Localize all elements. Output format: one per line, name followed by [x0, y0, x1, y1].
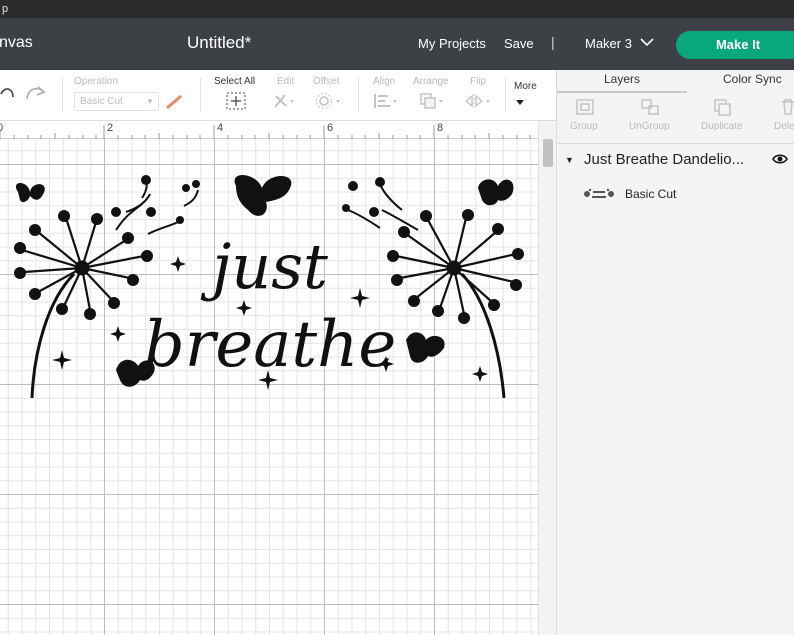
my-projects-link[interactable]: My Projects	[418, 36, 486, 51]
pen-color-icon[interactable]	[164, 94, 184, 110]
app-title-strip: p	[0, 0, 794, 18]
toolbar-divider	[200, 78, 201, 112]
operation-value: Basic Cut	[80, 96, 123, 107]
group-icon[interactable]	[575, 98, 595, 116]
arrange-label: Arrange	[413, 76, 449, 87]
layers-panel: Layers Color Sync Group UnGroup Duplicat…	[556, 70, 794, 635]
chevron-down-icon[interactable]	[640, 38, 654, 47]
tab-layers[interactable]: Layers	[604, 72, 640, 86]
caret-down-icon[interactable]	[516, 100, 524, 106]
design-thumbnail-icon	[584, 188, 614, 198]
vertical-scrollbar[interactable]	[538, 121, 556, 635]
select-all-icon[interactable]	[226, 92, 246, 110]
offset-icon[interactable]	[315, 92, 343, 110]
duplicate-label[interactable]: Duplicate	[701, 121, 743, 132]
group-label[interactable]: Group	[570, 121, 598, 132]
operation-label: Operation	[74, 76, 118, 87]
ruler-label: 2	[107, 122, 114, 134]
header-separator: |	[551, 34, 555, 50]
operation-select[interactable]: Basic Cut ▼	[74, 92, 159, 111]
flip-label: Flip	[470, 76, 487, 87]
ruler-label: 0	[0, 122, 4, 134]
canvas-label: nvas	[0, 34, 33, 51]
dandelion-design[interactable]: just breathe	[8, 170, 528, 405]
delete-label[interactable]: Dele	[774, 121, 794, 132]
ruler-label: 8	[437, 122, 444, 134]
flip-icon[interactable]	[464, 92, 494, 110]
design-text-just: just	[200, 230, 328, 303]
ruler-label: 4	[217, 122, 224, 134]
ruler-ticks	[0, 125, 531, 139]
caret-down-icon: ▼	[146, 97, 154, 106]
redo-icon[interactable]	[24, 84, 46, 102]
layer-tools: Group UnGroup Duplicate Dele	[557, 93, 794, 144]
edit-icon[interactable]	[272, 92, 296, 110]
top-header: nvas Untitled* My Projects Save | Maker …	[0, 18, 794, 70]
panel-tabs: Layers Color Sync	[557, 70, 794, 93]
tab-color-sync[interactable]: Color Sync	[723, 72, 782, 86]
make-it-button[interactable]: Make It	[676, 31, 794, 59]
machine-selector[interactable]: Maker 3	[585, 36, 632, 51]
toolbar-divider	[62, 78, 63, 112]
layer-group-name: Just Breathe Dandelio...	[584, 151, 745, 168]
toolbar-divider	[358, 78, 359, 112]
arrange-icon[interactable]	[419, 92, 447, 110]
edit-label: Edit	[277, 76, 295, 87]
edit-toolbar: Operation Basic Cut ▼ Select All Edit Of…	[0, 70, 556, 121]
duplicate-icon[interactable]	[713, 98, 733, 116]
design-text-breathe: breathe	[144, 308, 396, 382]
app-title-text: p	[2, 3, 9, 15]
scrollbar-thumb[interactable]	[543, 139, 553, 167]
align-label: Align	[373, 76, 396, 87]
toolbar-divider	[505, 78, 506, 112]
save-link[interactable]: Save	[504, 36, 534, 51]
layer-name: Basic Cut	[625, 187, 677, 201]
ungroup-label[interactable]: UnGroup	[629, 121, 670, 132]
ruler-label: 6	[327, 122, 334, 134]
ungroup-icon[interactable]	[640, 98, 660, 116]
delete-icon[interactable]	[781, 98, 794, 116]
offset-label: Offset	[313, 76, 340, 87]
expand-caret-icon[interactable]: ▼	[565, 155, 574, 165]
undo-icon[interactable]	[0, 84, 14, 102]
horizontal-ruler: 0 2 4 6 8	[0, 121, 538, 139]
select-all-label: Select All	[214, 76, 256, 87]
visibility-eye-icon[interactable]	[772, 153, 788, 165]
document-title[interactable]: Untitled*	[187, 33, 251, 53]
more-label[interactable]: More	[514, 81, 537, 92]
layer-item[interactable]: Basic Cut	[557, 180, 794, 208]
align-icon[interactable]	[373, 92, 401, 110]
layer-group-row[interactable]: ▼ Just Breathe Dandelio...	[557, 145, 794, 175]
